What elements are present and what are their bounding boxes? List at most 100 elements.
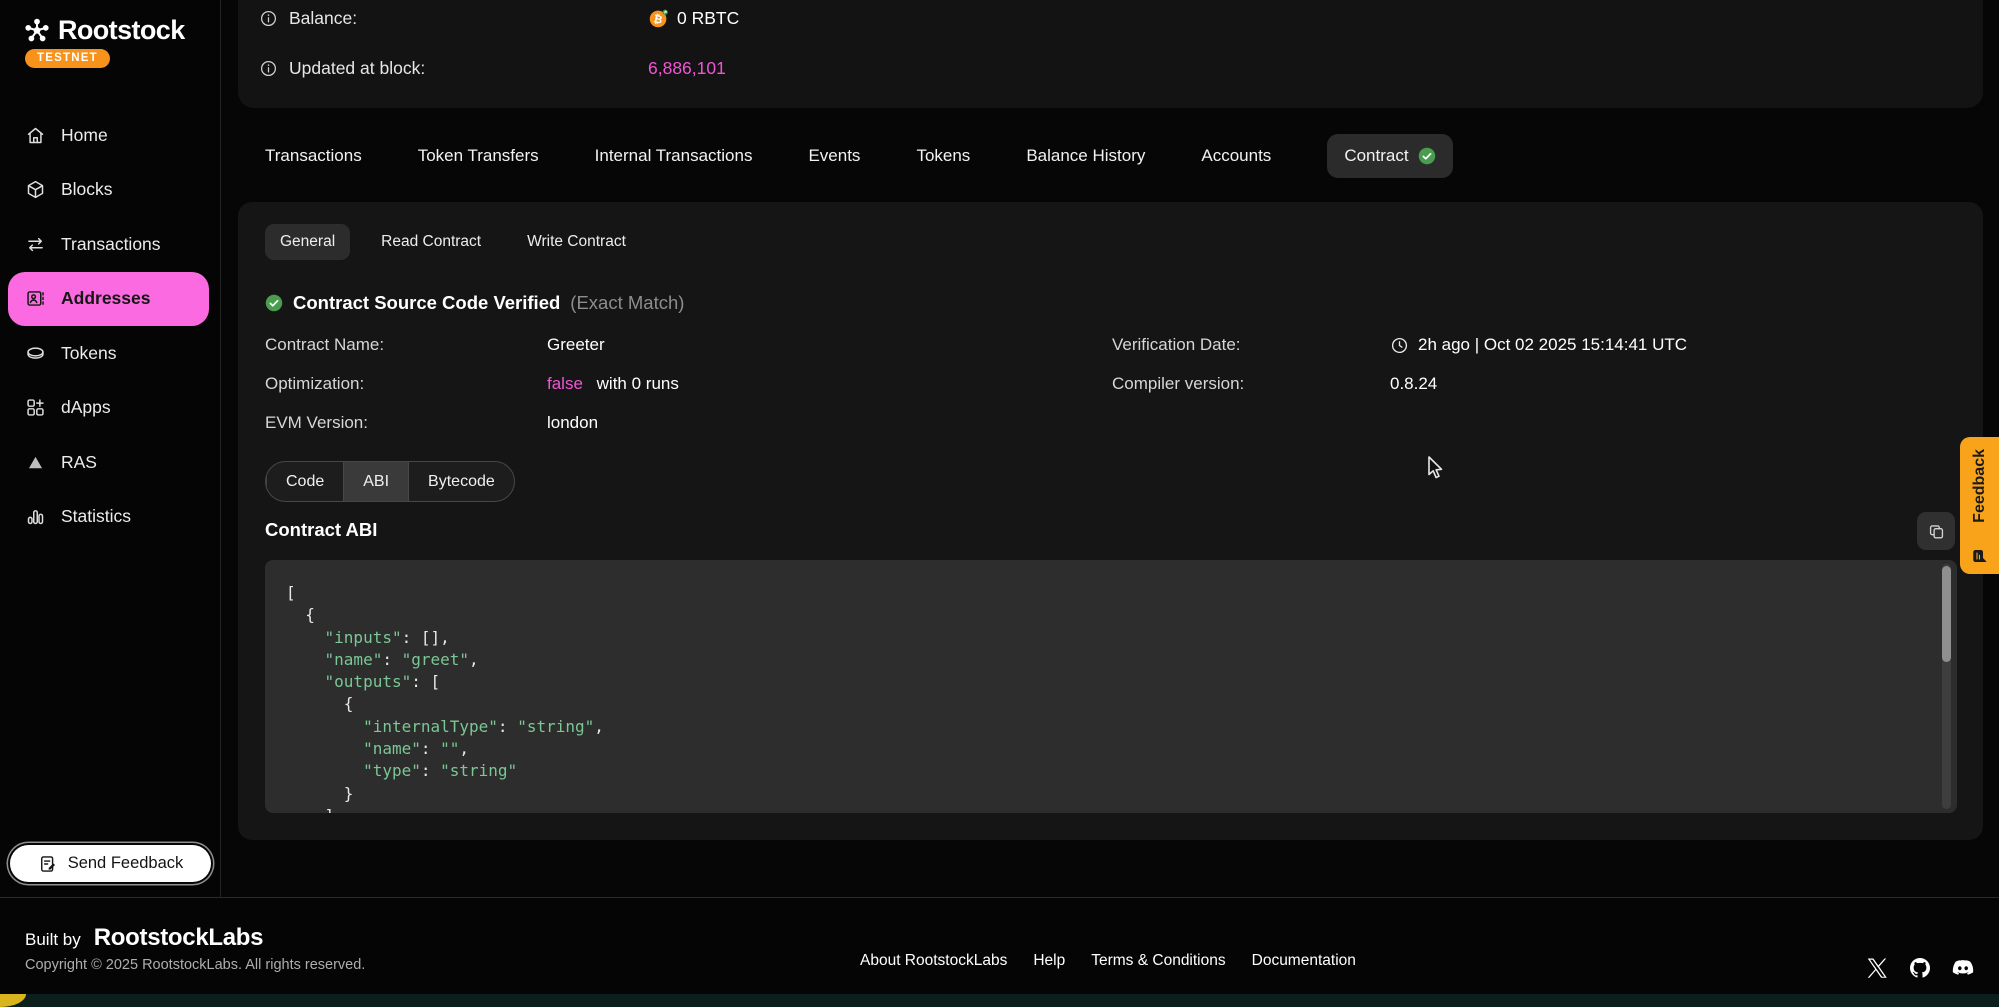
subtab-label: Read Contract bbox=[381, 233, 481, 250]
sidebar-item-home[interactable]: Home bbox=[8, 108, 209, 163]
contract-panel: General Read Contract Write Contract Con… bbox=[238, 202, 1983, 840]
verified-check-icon bbox=[1418, 147, 1436, 165]
optimization-value: false with 0 runs bbox=[547, 374, 1112, 394]
copy-abi-button[interactable] bbox=[1917, 512, 1955, 550]
code-toggle-label: Bytecode bbox=[428, 473, 495, 491]
clock-icon bbox=[1390, 336, 1409, 355]
subtab-label: Write Contract bbox=[527, 233, 626, 250]
tab-transactions[interactable]: Transactions bbox=[265, 146, 362, 166]
sidebar-item-transactions[interactable]: Transactions bbox=[8, 217, 209, 272]
sidebar-nav: Home Blocks Transactions Addresses Token… bbox=[8, 108, 209, 544]
sidebar-item-label: dApps bbox=[61, 397, 111, 418]
copyright-text: Copyright © 2025 RootstockLabs. All righ… bbox=[25, 957, 365, 973]
tokens-icon bbox=[25, 343, 46, 364]
balance-value: ₿ 0 RBTC bbox=[648, 8, 739, 29]
info-icon[interactable] bbox=[259, 59, 278, 78]
abi-code-block[interactable]: [ { "inputs": [], "name": "greet", "outp… bbox=[265, 560, 1957, 813]
next-section-edge bbox=[0, 994, 1999, 1007]
code-scrollbar-thumb[interactable] bbox=[1942, 566, 1951, 662]
footer-link-documentation[interactable]: Documentation bbox=[1252, 952, 1356, 970]
info-icon[interactable] bbox=[259, 9, 278, 28]
code-toggle-label: ABI bbox=[363, 473, 389, 491]
compiler-version-label: Compiler version: bbox=[1112, 374, 1390, 394]
verified-title: Contract Source Code Verified bbox=[293, 292, 560, 314]
sidebar-item-blocks[interactable]: Blocks bbox=[8, 163, 209, 218]
tab-accounts[interactable]: Accounts bbox=[1201, 146, 1271, 166]
abi-code-lines: [ { "inputs": [], "name": "greet", "outp… bbox=[286, 582, 1927, 813]
dapps-icon bbox=[25, 397, 46, 418]
updated-block-row: Updated at block: 6,886,101 bbox=[259, 54, 1963, 82]
copy-icon bbox=[1927, 522, 1946, 541]
sidebar-item-statistics[interactable]: Statistics bbox=[8, 490, 209, 545]
code-toggle-label: Code bbox=[286, 473, 324, 491]
built-by-text: Built by bbox=[25, 930, 81, 950]
feedback-side-tab[interactable]: Feedback bbox=[1960, 437, 1999, 574]
contract-subtabs: General Read Contract Write Contract bbox=[265, 224, 641, 260]
transactions-icon bbox=[25, 234, 46, 255]
statistics-icon bbox=[25, 506, 46, 527]
sidebar-item-addresses[interactable]: Addresses bbox=[8, 272, 209, 327]
tab-internal-transactions[interactable]: Internal Transactions bbox=[595, 146, 753, 166]
footer: Built by RootstockLabs Copyright © 2025 … bbox=[0, 897, 1999, 994]
social-discord-icon[interactable] bbox=[1951, 956, 1975, 980]
rbtc-coin-icon: ₿ bbox=[648, 8, 669, 29]
rootstocklabs-wordmark[interactable]: RootstockLabs bbox=[94, 924, 263, 952]
sidebar-item-ras[interactable]: RAS bbox=[8, 435, 209, 490]
verified-banner: Contract Source Code Verified (Exact Mat… bbox=[265, 292, 684, 314]
compiler-version-value: 0.8.24 bbox=[1390, 374, 1965, 394]
send-feedback-button[interactable]: Send Feedback bbox=[10, 845, 211, 882]
x-icon bbox=[1865, 956, 1889, 980]
sidebar-item-label: Tokens bbox=[61, 343, 116, 364]
sidebar-item-label: RAS bbox=[61, 452, 97, 473]
code-view-toggle: Code ABI Bytecode bbox=[265, 461, 515, 502]
tab-label: Tokens bbox=[916, 146, 970, 165]
rootstock-logo-icon bbox=[22, 16, 52, 46]
blocks-icon bbox=[25, 179, 46, 200]
address-tabs: Transactions Token Transfers Internal Tr… bbox=[265, 131, 1453, 181]
footer-link-terms-conditions[interactable]: Terms & Conditions bbox=[1091, 952, 1225, 970]
feedback-bubble-icon bbox=[1971, 547, 1989, 565]
social-x-icon[interactable] bbox=[1865, 956, 1889, 980]
subtab-read-contract[interactable]: Read Contract bbox=[366, 224, 496, 260]
sidebar-item-label: Blocks bbox=[61, 179, 113, 200]
evm-version-label: EVM Version: bbox=[265, 413, 547, 433]
sidebar-item-dapps[interactable]: dApps bbox=[8, 381, 209, 436]
verified-note: (Exact Match) bbox=[570, 292, 684, 314]
subtab-label: General bbox=[280, 233, 335, 250]
sidebar-item-tokens[interactable]: Tokens bbox=[8, 326, 209, 381]
subtab-write-contract[interactable]: Write Contract bbox=[512, 224, 641, 260]
address-summary-card: Balance: ₿ 0 RBTC Updated at block: 6,88… bbox=[238, 0, 1983, 108]
addresses-icon bbox=[25, 288, 46, 309]
contract-name-label: Contract Name: bbox=[265, 335, 547, 355]
code-toggle-code[interactable]: Code bbox=[266, 462, 343, 501]
footer-link-about-rootstocklabs[interactable]: About RootstockLabs bbox=[860, 952, 1007, 970]
balance-label: Balance: bbox=[289, 8, 357, 29]
check-circle-icon bbox=[265, 294, 283, 312]
optimization-flag: false bbox=[547, 374, 583, 394]
footer-link-help[interactable]: Help bbox=[1033, 952, 1065, 970]
next-section-corner bbox=[0, 994, 26, 1007]
github-icon bbox=[1908, 956, 1932, 980]
tab-balance-history[interactable]: Balance History bbox=[1026, 146, 1145, 166]
footer-link-label: Help bbox=[1033, 952, 1065, 969]
tab-token-transfers[interactable]: Token Transfers bbox=[418, 146, 539, 166]
updated-block-label: Updated at block: bbox=[289, 58, 425, 79]
subtab-general[interactable]: General bbox=[265, 224, 350, 260]
contract-details: Contract Name: Greeter Verification Date… bbox=[265, 335, 1965, 433]
updated-block-value[interactable]: 6,886,101 bbox=[648, 58, 726, 79]
footer-brand-block: Built by RootstockLabs Copyright © 2025 … bbox=[25, 924, 365, 973]
tab-events[interactable]: Events bbox=[808, 146, 860, 166]
code-toggle-bytecode[interactable]: Bytecode bbox=[408, 462, 514, 501]
tab-tokens[interactable]: Tokens bbox=[916, 146, 970, 166]
rootstock-logo[interactable]: Rootstock bbox=[22, 15, 185, 46]
tab-label: Balance History bbox=[1026, 146, 1145, 165]
social-github-icon[interactable] bbox=[1908, 956, 1932, 980]
tab-contract[interactable]: Contract bbox=[1327, 134, 1452, 178]
feedback-form-icon bbox=[38, 854, 58, 874]
tab-label: Events bbox=[808, 146, 860, 165]
send-feedback-label: Send Feedback bbox=[68, 854, 184, 873]
testnet-badge: TESTNET bbox=[25, 49, 110, 68]
tab-label: Internal Transactions bbox=[595, 146, 753, 165]
feedback-tab-label: Feedback bbox=[1971, 449, 1989, 523]
code-toggle-abi[interactable]: ABI bbox=[343, 462, 408, 501]
